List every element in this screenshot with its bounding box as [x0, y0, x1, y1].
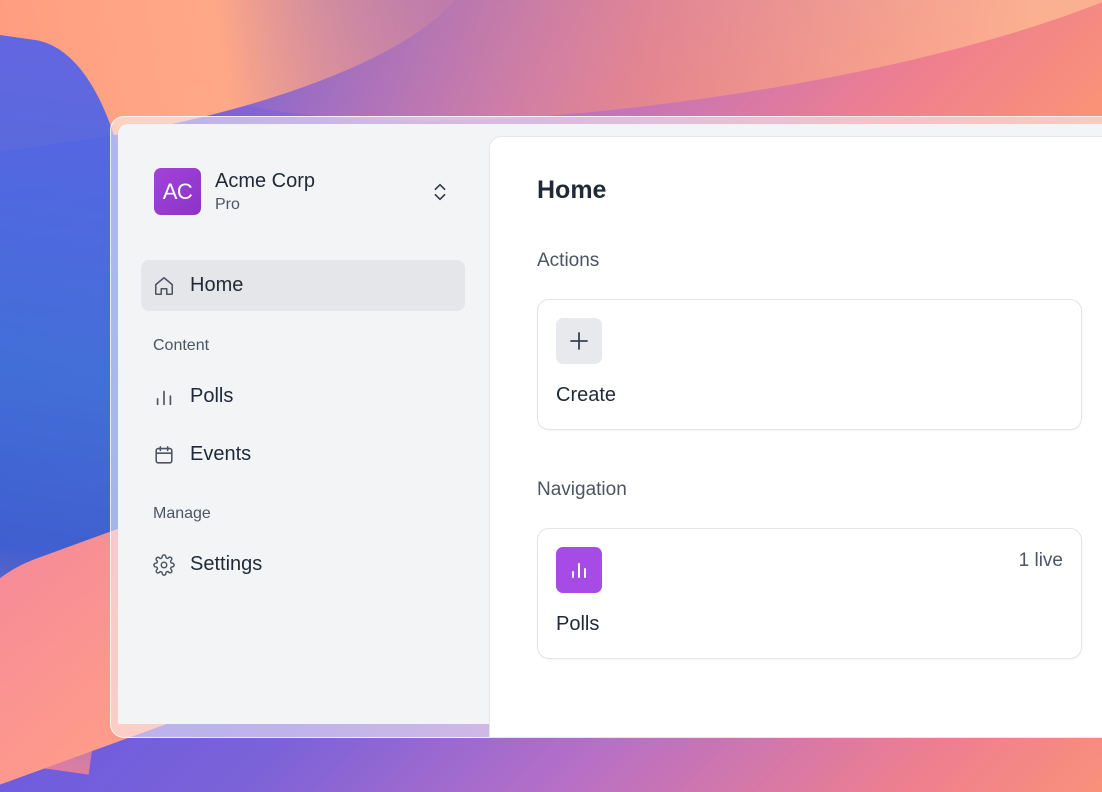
polls-nav-card[interactable]: 1 live Polls [537, 528, 1082, 659]
polls-tile [556, 547, 602, 593]
card-label: Create [556, 384, 617, 406]
bar-chart-icon [572, 563, 586, 578]
gear-icon [153, 553, 175, 576]
org-switcher[interactable]: AC Acme Corp Pro [154, 168, 454, 216]
sidebar-item-label: Polls [190, 385, 234, 407]
sidebar-item-label: Events [190, 443, 252, 465]
org-plan: Pro [215, 196, 240, 213]
plus-icon [570, 332, 588, 350]
card-label: Polls [556, 613, 600, 635]
sidebar-item-label: Settings [190, 553, 263, 575]
chevron-up-down-icon[interactable] [429, 180, 451, 204]
sidebar-item-label: Home [190, 274, 244, 296]
sidebar-item-settings[interactable]: Settings [141, 539, 465, 590]
page-title: Home [537, 176, 607, 204]
section-label-content: Content [153, 337, 210, 354]
create-action-card[interactable]: Create [537, 299, 1082, 430]
navigation-heading: Navigation [537, 479, 627, 500]
create-tile [556, 318, 602, 364]
org-name: Acme Corp [215, 170, 316, 192]
bar-chart-icon [156, 390, 172, 405]
sidebar-item-polls[interactable]: Polls [141, 371, 465, 422]
calendar-icon [155, 445, 173, 464]
home-icon [154, 276, 174, 295]
sidebar-item-home[interactable]: Home [141, 260, 465, 311]
live-count-badge: 1 live [1018, 550, 1063, 571]
org-avatar: AC [154, 168, 201, 215]
section-label-manage: Manage [153, 505, 211, 522]
actions-heading: Actions [537, 250, 600, 271]
sidebar-item-events[interactable]: Events [141, 429, 465, 480]
